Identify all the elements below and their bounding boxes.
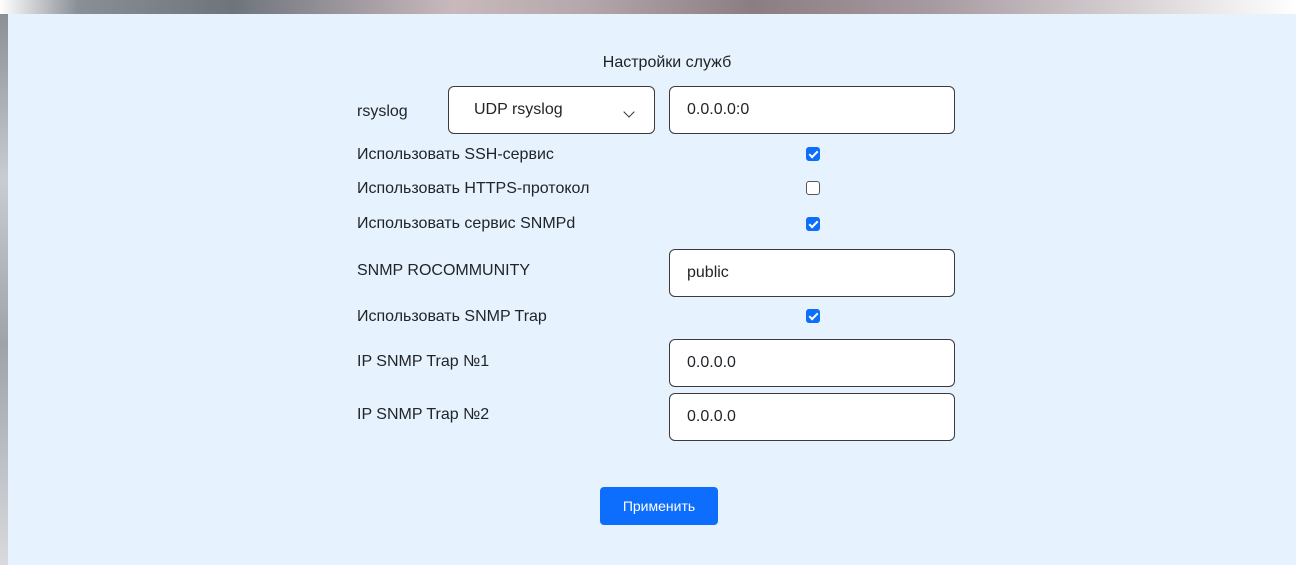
snmp-trap-checkbox[interactable] <box>806 309 820 323</box>
rsyslog-protocol-selected-value: UDP rsyslog <box>474 101 563 118</box>
snmp-trap-2-input[interactable] <box>669 393 955 441</box>
apply-button[interactable]: Применить <box>600 487 718 525</box>
snmpd-service-checkbox[interactable] <box>806 217 820 231</box>
snmp-trap-label: Использовать SNMP Trap <box>357 308 547 325</box>
ssh-service-checkbox[interactable] <box>806 147 820 161</box>
snmp-rocommunity-input[interactable] <box>669 249 955 297</box>
snmp-trap-1-label: IP SNMP Trap №1 <box>357 353 490 370</box>
https-protocol-label: Использовать HTTPS-протокол <box>357 180 590 197</box>
snmp-trap-1-input[interactable] <box>669 339 955 387</box>
rsyslog-protocol-select[interactable]: UDP rsyslog <box>448 86 655 134</box>
https-protocol-checkbox[interactable] <box>806 181 820 195</box>
page-title: Настройки служб <box>602 54 732 71</box>
snmpd-service-label: Использовать сервис SNMPd <box>357 215 576 232</box>
chevron-down-icon <box>623 106 635 118</box>
snmp-rocommunity-label: SNMP ROCOMMUNITY <box>357 262 531 279</box>
window-top-strip <box>0 0 1296 14</box>
rsyslog-label: rsyslog <box>357 103 408 120</box>
window-left-edge <box>0 14 8 565</box>
snmp-trap-2-label: IP SNMP Trap №2 <box>357 406 490 423</box>
rsyslog-address-input[interactable] <box>669 86 955 134</box>
ssh-service-label: Использовать SSH-сервис <box>357 146 554 163</box>
